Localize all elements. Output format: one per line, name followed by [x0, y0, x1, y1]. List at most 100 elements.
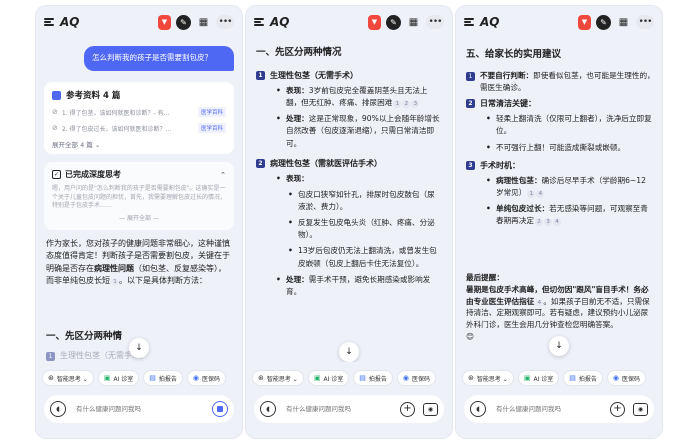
apps-grid-icon[interactable]: ▦: [196, 15, 211, 30]
ai-clinic-chip[interactable]: ▣ AI 诊室: [97, 370, 140, 386]
sub-bullet-item: 包皮口狭窄如针孔，排尿时包皮鼓包（尿液淤、费力）。: [256, 189, 446, 213]
insurance-code-chip[interactable]: ◉ 医保码: [396, 370, 436, 386]
cup-icon[interactable]: ▼: [368, 14, 381, 30]
bullet-item: 病理性包茎：确诊后尽早手术（学龄期6~12岁常见）14: [466, 175, 656, 199]
app-title: AQ: [270, 15, 290, 29]
references-card: 参考资料 4 篇 ⊘ 1. 得了包茎，该如何就医和诊断？- 有... 医学百科 …: [44, 82, 234, 154]
phone-screen-1: AQ ▼ ✎ ▦ ••• 怎么判断我的孩子是否需要割包皮？ 参考资料 4 篇 ⊘…: [36, 6, 242, 438]
reference-icon: [52, 90, 61, 100]
scroll-down-button[interactable]: ↓: [129, 338, 149, 358]
chat-content[interactable]: 五、给家长的实用建议 1 不要自行判断：即使看似包茎，也可能是生理性的，需医生确…: [456, 38, 662, 362]
bullet-item: 处理：这是正常现象，90%以上会随年龄增长自然改善（包皮逐渐退缩），只需日常清洁…: [256, 113, 446, 149]
insurance-code-chip[interactable]: ◉ 医保码: [186, 370, 226, 386]
expand-references-link[interactable]: 展开全部 4 篇 ⌄: [52, 139, 226, 149]
plus-icon[interactable]: +: [400, 401, 415, 417]
menu-icon[interactable]: [44, 18, 54, 26]
new-chat-icon[interactable]: ✎: [596, 14, 611, 30]
references-title: 参考资料 4 篇: [66, 91, 121, 101]
item-heading: 2 日常清洁关键：: [466, 98, 656, 109]
bullet-item: 不可强行上翻！可能造成撕裂或嵌顿。: [466, 142, 656, 154]
scroll-down-button[interactable]: ↓: [339, 342, 359, 362]
voice-icon[interactable]: ◖: [470, 401, 486, 417]
app-title: AQ: [480, 15, 500, 29]
report-icon: ▤: [149, 374, 156, 382]
clinic-icon: ▣: [103, 374, 111, 382]
input-bar: ◖: [44, 395, 234, 423]
chat-input[interactable]: [76, 405, 212, 413]
reference-tag: 医学百科: [197, 123, 226, 133]
item-heading: 3 手术时机：: [466, 160, 656, 171]
plus-icon[interactable]: +: [610, 401, 625, 417]
clinic-icon: ▣: [313, 374, 321, 382]
reference-item[interactable]: ⊘ 2. 得了包皮过长，该如何就医和诊断？... 医学百科: [52, 123, 226, 133]
item-heading: 2 病理性包茎（需就医评估手术）: [256, 158, 446, 169]
top-bar: AQ ▼ ✎ ▦ •••: [456, 6, 662, 38]
menu-icon[interactable]: [254, 18, 264, 26]
bullet-item: 表现：: [256, 173, 446, 185]
chat-content[interactable]: 一、先区分两种情况 1生理性包茎（无需手术） 表现：3岁前包皮完全覆盖阴茎头且无…: [246, 38, 452, 362]
link-icon: ⊘: [52, 108, 58, 116]
reference-tag: 医学百科: [197, 107, 226, 117]
photo-report-chip[interactable]: ▤ 拍报告: [563, 370, 603, 386]
voice-icon[interactable]: ◖: [260, 401, 276, 417]
more-icon[interactable]: •••: [636, 15, 654, 29]
collapse-chevron-icon[interactable]: ⌃: [220, 171, 226, 179]
stop-button[interactable]: [212, 401, 228, 417]
new-chat-icon[interactable]: ✎: [386, 14, 401, 30]
link-icon: ⊘: [52, 124, 58, 132]
phone-screen-3: AQ ▼ ✎ ▦ ••• 五、给家长的实用建议 1 不要自行判断：即使看似包茎，…: [456, 6, 662, 438]
more-icon[interactable]: •••: [216, 15, 234, 29]
tool-chips: ⊛ 智能思考 ⌄ ▣ AI 诊室 ▤ 拍报告 ◉ 医保码: [456, 366, 662, 390]
input-bar: ◖ + ◉: [254, 395, 444, 423]
bullet-item: 单纯包皮过长：若无感染等问题，可观察至青春期再决定234: [466, 203, 656, 227]
apps-grid-icon[interactable]: ▦: [616, 15, 631, 30]
apps-grid-icon[interactable]: ▦: [406, 15, 421, 30]
cup-icon[interactable]: ▼: [578, 14, 591, 30]
final-reminder: 最后提醒： 暑期是包皮手术高峰，但切勿因"跟风"盲目手术！务必由专业医生评估指征…: [466, 272, 652, 343]
insurance-icon: ◉: [402, 374, 409, 382]
insurance-icon: ◉: [192, 374, 199, 382]
chat-input[interactable]: [286, 405, 400, 413]
tool-chips: ⊛ 智能思考 ⌄ ▣ AI 诊室 ▤ 拍报告 ◉ 医保码: [246, 366, 452, 390]
ai-clinic-chip[interactable]: ▣ AI 诊室: [307, 370, 350, 386]
app-title: AQ: [60, 15, 80, 29]
chat-input[interactable]: [496, 405, 610, 413]
scroll-down-button[interactable]: ↓: [549, 336, 569, 356]
reference-item[interactable]: ⊘ 1. 得了包茎，该如何就医和诊断？- 有... 医学百科: [52, 107, 226, 117]
think-icon: ⊛: [48, 374, 54, 382]
item-heading: 1 生理性包茎（无需手术）: [256, 70, 446, 81]
tool-chips: ⊛ 智能思考 ⌄ ▣ AI 诊室 ▤ 拍报告 ◉ 医保码: [36, 366, 242, 390]
bullet-item: 处理：需手术干预，避免长期感染或影响发育。: [256, 274, 446, 298]
cup-icon[interactable]: ▼: [158, 14, 171, 30]
user-question-bubble: 怎么判断我的孩子是否需要割包皮？: [84, 46, 234, 71]
bullet-item: 轻柔上翻清洗（仅限可上翻者），洗净后立即复位。: [466, 113, 656, 137]
voice-icon[interactable]: ◖: [50, 401, 66, 417]
new-chat-icon[interactable]: ✎: [176, 14, 191, 30]
think-icon: ⊛: [468, 374, 474, 382]
sub-bullet-item: 反复发生包皮龟头炎（红肿、疼痛、分泌物）。: [256, 217, 446, 241]
chat-content[interactable]: 怎么判断我的孩子是否需要割包皮？ 参考资料 4 篇 ⊘ 1. 得了包茎，该如何就…: [36, 38, 242, 362]
sub-bullet-item: 13岁后包皮仍无法上翻清洗，或曾发生包皮嵌顿（包皮上翻后卡住无法复位）。: [256, 245, 446, 269]
smart-think-chip[interactable]: ⊛ 智能思考 ⌄: [462, 370, 514, 386]
menu-icon[interactable]: [464, 18, 474, 26]
insurance-icon: ◉: [612, 374, 619, 382]
photo-report-chip[interactable]: ▤ 拍报告: [353, 370, 393, 386]
section-heading: 一、先区分两种情况: [256, 47, 342, 58]
expand-thinking-link[interactable]: — 展开全部 —: [52, 213, 226, 222]
thinking-title: 已完成深度思考: [65, 170, 121, 179]
more-icon[interactable]: •••: [426, 15, 444, 29]
citation-badge[interactable]: 1: [111, 278, 119, 287]
smart-think-chip[interactable]: ⊛ 智能思考 ⌄: [42, 370, 94, 386]
ai-clinic-chip[interactable]: ▣ AI 诊室: [517, 370, 560, 386]
camera-icon[interactable]: ◉: [633, 402, 648, 416]
thinking-card[interactable]: ✓ 已完成深度思考 ⌃ 嗯，用户问的是"怎么判断我的孩子是否需要割包皮"。这确实…: [44, 162, 234, 230]
report-icon: ▤: [569, 374, 576, 382]
smart-think-chip[interactable]: ⊛ 智能思考 ⌄: [252, 370, 304, 386]
think-icon: ⊛: [258, 374, 264, 382]
report-icon: ▤: [359, 374, 366, 382]
insurance-code-chip[interactable]: ◉ 医保码: [606, 370, 646, 386]
photo-report-chip[interactable]: ▤ 拍报告: [143, 370, 183, 386]
camera-icon[interactable]: ◉: [423, 402, 438, 416]
advice-item: 1 不要自行判断：即使看似包茎，也可能是生理性的，需医生确诊。: [466, 70, 656, 94]
bullet-item: 表现：3岁前包皮完全覆盖阴茎头且无法上翻，但无红肿、疼痛、排尿困难123: [256, 85, 446, 109]
